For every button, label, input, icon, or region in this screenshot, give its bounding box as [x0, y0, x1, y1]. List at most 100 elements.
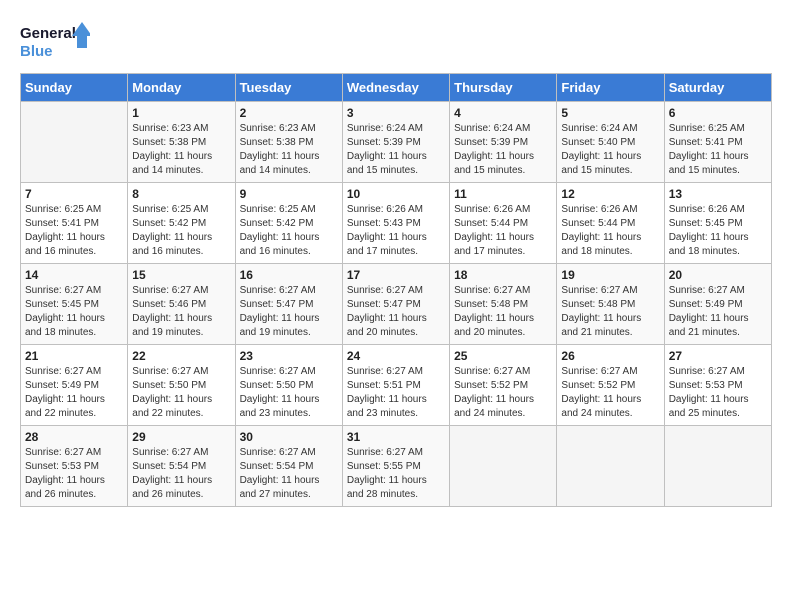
cell-content: Sunrise: 6:26 AM Sunset: 5:43 PM Dayligh…: [347, 203, 445, 259]
day-number: 19: [561, 268, 659, 282]
cell-content: Sunrise: 6:23 AM Sunset: 5:38 PM Dayligh…: [132, 122, 230, 178]
cell-content: Sunrise: 6:26 AM Sunset: 5:45 PM Dayligh…: [669, 203, 767, 259]
cell-content: Sunrise: 6:24 AM Sunset: 5:40 PM Dayligh…: [561, 122, 659, 178]
cell-content: Sunrise: 6:27 AM Sunset: 5:45 PM Dayligh…: [25, 284, 123, 340]
day-number: 20: [669, 268, 767, 282]
day-number: 9: [240, 187, 338, 201]
calendar-cell: 17 Sunrise: 6:27 AM Sunset: 5:47 PM Dayli…: [342, 264, 449, 345]
day-number: 13: [669, 187, 767, 201]
calendar-cell: 31 Sunrise: 6:27 AM Sunset: 5:55 PM Dayli…: [342, 426, 449, 507]
cell-content: Sunrise: 6:27 AM Sunset: 5:52 PM Dayligh…: [561, 365, 659, 421]
logo-svg: General Blue: [20, 20, 90, 65]
week-row-2: 7 Sunrise: 6:25 AM Sunset: 5:41 PM Daylig…: [21, 183, 772, 264]
cell-content: Sunrise: 6:27 AM Sunset: 5:54 PM Dayligh…: [240, 446, 338, 502]
cell-content: Sunrise: 6:27 AM Sunset: 5:52 PM Dayligh…: [454, 365, 552, 421]
header-sunday: Sunday: [21, 74, 128, 102]
week-row-4: 21Sunrise: 6:27 AM Sunset: 5:49 PM Dayli…: [21, 345, 772, 426]
cell-content: Sunrise: 6:27 AM Sunset: 5:49 PM Dayligh…: [669, 284, 767, 340]
day-number: 5: [561, 106, 659, 120]
day-number: 17: [347, 268, 445, 282]
calendar-cell: [664, 426, 771, 507]
calendar-cell: 9 Sunrise: 6:25 AM Sunset: 5:42 PM Daylig…: [235, 183, 342, 264]
calendar-cell: 26 Sunrise: 6:27 AM Sunset: 5:52 PM Dayli…: [557, 345, 664, 426]
week-row-1: 1 Sunrise: 6:23 AM Sunset: 5:38 PM Daylig…: [21, 102, 772, 183]
day-number: 28: [25, 430, 123, 444]
calendar-cell: 16 Sunrise: 6:27 AM Sunset: 5:47 PM Dayli…: [235, 264, 342, 345]
calendar-cell: 4Sunrise: 6:24 AM Sunset: 5:39 PM Daylig…: [450, 102, 557, 183]
cell-content: Sunrise: 6:24 AM Sunset: 5:39 PM Dayligh…: [454, 122, 552, 178]
header-saturday: Saturday: [664, 74, 771, 102]
day-number: 1: [132, 106, 230, 120]
calendar-cell: 25 Sunrise: 6:27 AM Sunset: 5:52 PM Dayli…: [450, 345, 557, 426]
calendar-cell: 23Sunrise: 6:27 AM Sunset: 5:50 PM Dayli…: [235, 345, 342, 426]
calendar-cell: 29 Sunrise: 6:27 AM Sunset: 5:54 PM Dayli…: [128, 426, 235, 507]
day-number: 15: [132, 268, 230, 282]
calendar-cell: 28Sunrise: 6:27 AM Sunset: 5:53 PM Dayli…: [21, 426, 128, 507]
cell-content: Sunrise: 6:24 AM Sunset: 5:39 PM Dayligh…: [347, 122, 445, 178]
calendar-cell: 18 Sunrise: 6:27 AM Sunset: 5:48 PM Dayli…: [450, 264, 557, 345]
day-number: 16: [240, 268, 338, 282]
calendar-cell: 14 Sunrise: 6:27 AM Sunset: 5:45 PM Dayli…: [21, 264, 128, 345]
day-number: 18: [454, 268, 552, 282]
day-number: 2: [240, 106, 338, 120]
calendar-cell: [557, 426, 664, 507]
calendar-cell: 22 Sunrise: 6:27 AM Sunset: 5:50 PM Dayli…: [128, 345, 235, 426]
calendar-cell: 8Sunrise: 6:25 AM Sunset: 5:42 PM Daylig…: [128, 183, 235, 264]
cell-content: Sunrise: 6:23 AM Sunset: 5:38 PM Dayligh…: [240, 122, 338, 178]
day-number: 26: [561, 349, 659, 363]
header-thursday: Thursday: [450, 74, 557, 102]
day-number: 10: [347, 187, 445, 201]
calendar-cell: 5 Sunrise: 6:24 AM Sunset: 5:40 PM Daylig…: [557, 102, 664, 183]
week-row-3: 14 Sunrise: 6:27 AM Sunset: 5:45 PM Dayli…: [21, 264, 772, 345]
header-tuesday: Tuesday: [235, 74, 342, 102]
cell-content: Sunrise: 6:27 AM Sunset: 5:54 PM Dayligh…: [132, 446, 230, 502]
calendar-cell: 2 Sunrise: 6:23 AM Sunset: 5:38 PM Daylig…: [235, 102, 342, 183]
cell-content: Sunrise: 6:27 AM Sunset: 5:55 PM Dayligh…: [347, 446, 445, 502]
cell-content: Sunrise: 6:27 AM Sunset: 5:47 PM Dayligh…: [240, 284, 338, 340]
header-row: SundayMondayTuesdayWednesdayThursdayFrid…: [21, 74, 772, 102]
calendar-cell: 24Sunrise: 6:27 AM Sunset: 5:51 PM Dayli…: [342, 345, 449, 426]
calendar-cell: [21, 102, 128, 183]
calendar-cell: 30 Sunrise: 6:27 AM Sunset: 5:54 PM Dayli…: [235, 426, 342, 507]
cell-content: Sunrise: 6:25 AM Sunset: 5:41 PM Dayligh…: [25, 203, 123, 259]
calendar-cell: 20 Sunrise: 6:27 AM Sunset: 5:49 PM Dayli…: [664, 264, 771, 345]
logo: General Blue: [20, 20, 90, 65]
cell-content: Sunrise: 6:27 AM Sunset: 5:47 PM Dayligh…: [347, 284, 445, 340]
day-number: 27: [669, 349, 767, 363]
day-number: 14: [25, 268, 123, 282]
calendar-cell: 3 Sunrise: 6:24 AM Sunset: 5:39 PM Daylig…: [342, 102, 449, 183]
header-friday: Friday: [557, 74, 664, 102]
week-row-5: 28Sunrise: 6:27 AM Sunset: 5:53 PM Dayli…: [21, 426, 772, 507]
calendar-cell: 19Sunrise: 6:27 AM Sunset: 5:48 PM Dayli…: [557, 264, 664, 345]
cell-content: Sunrise: 6:25 AM Sunset: 5:41 PM Dayligh…: [669, 122, 767, 178]
day-number: 25: [454, 349, 552, 363]
cell-content: Sunrise: 6:27 AM Sunset: 5:48 PM Dayligh…: [454, 284, 552, 340]
cell-content: Sunrise: 6:27 AM Sunset: 5:53 PM Dayligh…: [669, 365, 767, 421]
day-number: 22: [132, 349, 230, 363]
calendar-cell: [450, 426, 557, 507]
day-number: 23: [240, 349, 338, 363]
page-header: General Blue: [20, 20, 772, 65]
cell-content: Sunrise: 6:27 AM Sunset: 5:50 PM Dayligh…: [132, 365, 230, 421]
cell-content: Sunrise: 6:25 AM Sunset: 5:42 PM Dayligh…: [132, 203, 230, 259]
day-number: 11: [454, 187, 552, 201]
day-number: 7: [25, 187, 123, 201]
calendar-cell: 1 Sunrise: 6:23 AM Sunset: 5:38 PM Daylig…: [128, 102, 235, 183]
cell-content: Sunrise: 6:27 AM Sunset: 5:46 PM Dayligh…: [132, 284, 230, 340]
calendar-cell: 6Sunrise: 6:25 AM Sunset: 5:41 PM Daylig…: [664, 102, 771, 183]
day-number: 3: [347, 106, 445, 120]
calendar-cell: 12Sunrise: 6:26 AM Sunset: 5:44 PM Dayli…: [557, 183, 664, 264]
day-number: 31: [347, 430, 445, 444]
day-number: 12: [561, 187, 659, 201]
day-number: 30: [240, 430, 338, 444]
calendar-cell: 11Sunrise: 6:26 AM Sunset: 5:44 PM Dayli…: [450, 183, 557, 264]
svg-text:General: General: [20, 25, 76, 42]
header-wednesday: Wednesday: [342, 74, 449, 102]
calendar-cell: 7 Sunrise: 6:25 AM Sunset: 5:41 PM Daylig…: [21, 183, 128, 264]
header-monday: Monday: [128, 74, 235, 102]
day-number: 29: [132, 430, 230, 444]
calendar-cell: 10 Sunrise: 6:26 AM Sunset: 5:43 PM Dayli…: [342, 183, 449, 264]
calendar-cell: 13 Sunrise: 6:26 AM Sunset: 5:45 PM Dayli…: [664, 183, 771, 264]
cell-content: Sunrise: 6:25 AM Sunset: 5:42 PM Dayligh…: [240, 203, 338, 259]
calendar-table: SundayMondayTuesdayWednesdayThursdayFrid…: [20, 73, 772, 507]
